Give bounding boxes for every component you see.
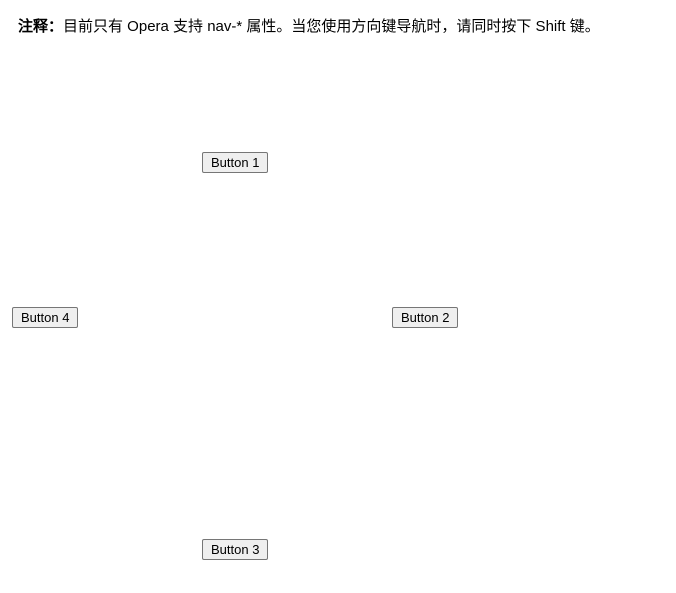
note-text: 目前只有 Opera 支持 nav-* 属性。当您使用方向键导航时，请同时按下 … bbox=[63, 18, 600, 35]
button-3[interactable]: Button 3 bbox=[202, 539, 268, 560]
button-1[interactable]: Button 1 bbox=[202, 152, 268, 173]
note-paragraph: 注释：目前只有 Opera 支持 nav-* 属性。当您使用方向键导航时，请同时… bbox=[18, 16, 600, 37]
button-4[interactable]: Button 4 bbox=[12, 307, 78, 328]
button-2[interactable]: Button 2 bbox=[392, 307, 458, 328]
note-prefix: 注释： bbox=[18, 18, 63, 35]
